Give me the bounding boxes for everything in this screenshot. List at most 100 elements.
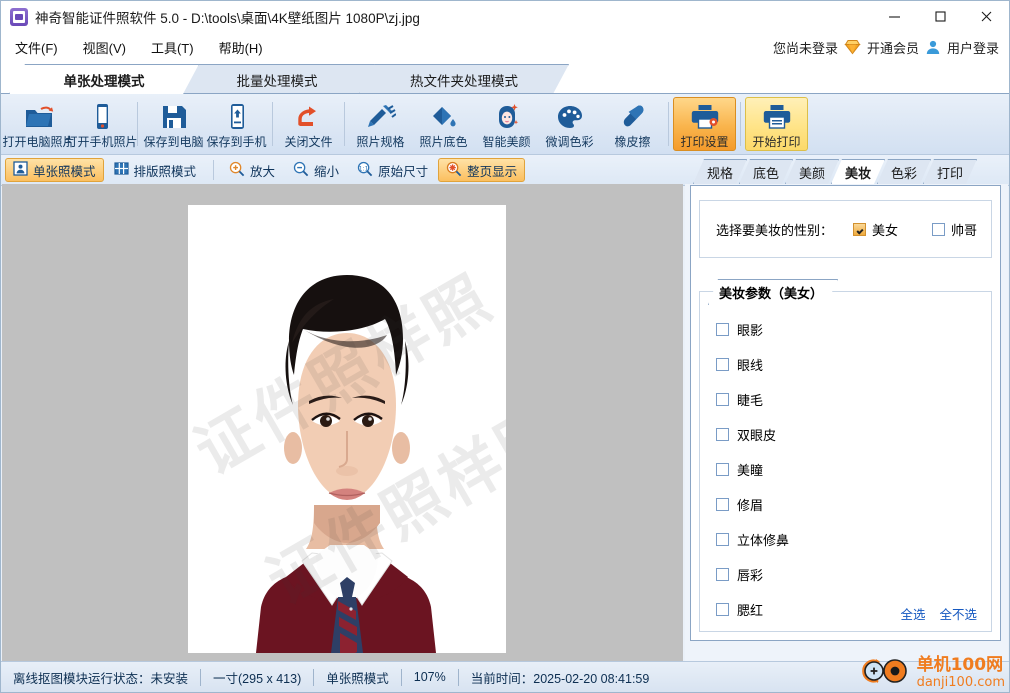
printer-icon [762,102,792,131]
view-label: 排版照模式 [133,164,197,179]
select-none-link[interactable]: 全不选 [939,604,977,623]
menu-bar: 文件(F) 视图(V) 工具(T) 帮助(H) 您尚未登录 开通会员 用户登录 [1,33,1009,61]
toolbar-close-file[interactable]: 关闭文件 [277,97,340,151]
palette-icon [555,102,585,131]
checkbox-double-eyelid[interactable] [716,428,729,441]
toolbar-separator [740,102,741,146]
maximize-button[interactable] [917,1,963,32]
gender-option-female[interactable]: 美女 [853,220,898,239]
view-separator [213,160,215,180]
checkbox-contact-lens[interactable] [716,463,729,476]
view-zoom-out[interactable]: 缩小 [285,158,347,182]
window-controls [871,1,1009,32]
tab-bgcolor[interactable]: 底色 [739,159,793,184]
select-all-link[interactable]: 全选 [900,604,925,623]
makeup-parameters-group: 美妆参数（美女） 眼影 眼线 睫毛 双眼皮 美瞳 修眉 立体修鼻 唇彩 腮红 全… [699,291,992,632]
makeup-option-label: 唇彩 [737,568,764,583]
makeup-option-label: 睫毛 [737,393,764,408]
status-bar: 离线抠图模块运行状态：未安装 一寸(295 x 413) 单张照模式 107% … [1,656,1009,692]
checkbox-nose-shaping[interactable] [716,533,729,546]
zoom-in-icon [229,161,245,180]
view-zoom-in[interactable]: 放大 [221,158,283,182]
checkbox-blush[interactable] [716,603,729,616]
view-label: 原始尺寸 [378,164,429,179]
photo-canvas[interactable]: 证件照样照 证件照样照 [2,184,683,661]
toolbar-label: 微调色彩 [545,135,594,149]
checkbox-eyeliner[interactable] [716,358,729,371]
user-avatar-icon [925,39,941,55]
checkbox-male[interactable] [932,222,946,236]
makeup-option-lip-gloss[interactable]: 唇彩 [700,557,991,592]
toolbar-save-to-pc[interactable]: 保存到电脑 [142,97,205,151]
toolbar-label: 保存到电脑 [143,135,204,149]
toolbar-label: 关闭文件 [284,135,333,149]
toolbar-open-pc-photo[interactable]: 打开电脑照片 [3,97,75,151]
menu-help[interactable]: 帮助(H) [208,35,274,60]
tab-color[interactable]: 色彩 [877,159,931,184]
id-photo-preview[interactable]: 证件照样照 证件照样照 [188,205,506,653]
toolbar-smart-beauty[interactable]: 智能美颜 [475,97,538,151]
tab-makeup[interactable]: 美妆 [831,159,885,184]
view-single-photo-mode[interactable]: 单张照模式 [5,158,104,182]
tab-print[interactable]: 打印 [923,159,977,184]
user-login-link[interactable]: 用户登录 [947,38,999,57]
checkbox-female[interactable] [853,222,867,236]
menu-file[interactable]: 文件(F) [4,35,69,60]
tab-beauty[interactable]: 美颜 [785,159,839,184]
view-actual-size[interactable]: 1:1 原始尺寸 [349,158,436,182]
makeup-option-eyeshadow[interactable]: 眼影 [700,312,991,347]
settings-panel: 规格 底色 美颜 美妆 色彩 打印 选择要美妆的性别： 美女 帅哥 美妆参数（美… [685,184,1008,661]
makeup-option-double-eyelid[interactable]: 双眼皮 [700,417,991,452]
phone-icon [87,102,117,131]
view-fit-page[interactable]: 整页显示 [438,158,526,182]
makeup-option-eyelash[interactable]: 睫毛 [700,382,991,417]
checkbox-eyebrow-trim[interactable] [716,498,729,511]
toolbar-separator [344,102,345,146]
toolbar-open-phone-photo[interactable]: 打开手机照片 [66,97,138,151]
toolbar-label: 保存到手机 [206,135,267,149]
gender-option-male[interactable]: 帅哥 [932,220,977,239]
open-vip-link[interactable]: 开通会员 [867,38,919,57]
toolbar-save-to-phone[interactable]: 保存到手机 [205,97,268,151]
makeup-option-label: 眼影 [737,323,764,338]
toolbar-fine-tune-color[interactable]: 微调色彩 [538,97,601,151]
gender-label: 选择要美妆的性别： [716,222,834,238]
vip-diamond-icon [844,39,861,55]
view-label: 放大 [250,164,276,179]
tab-single-mode[interactable]: 单张处理模式 [9,64,199,94]
checkbox-eyeshadow[interactable] [716,323,729,336]
toolbar-eraser[interactable]: 橡皮擦 [601,97,664,151]
title-bar: 神奇智能证件照软件 5.0 - D:\tools\桌面\4K壁纸图片 1080P… [1,1,1009,33]
view-layout-mode[interactable]: 排版照模式 [106,158,205,182]
toolbar-print-settings[interactable]: 打印设置 [673,97,736,151]
menu-view[interactable]: 视图(V) [72,35,137,60]
makeup-option-label: 腮红 [737,603,764,618]
minimize-button[interactable] [871,1,917,32]
single-photo-icon [13,161,28,179]
printer-settings-icon [690,102,720,131]
toolbar-photo-spec[interactable]: 照片规格 [349,97,412,151]
tab-batch-mode[interactable]: 批量处理模式 [177,64,377,94]
tab-spec[interactable]: 规格 [693,159,747,184]
mode-tab-bar: 单张处理模式 批量处理模式 热文件夹处理模式 [1,61,1009,94]
makeup-option-eyeliner[interactable]: 眼线 [700,347,991,382]
toolbar-photo-bg-color[interactable]: 照片底色 [412,97,475,151]
close-button[interactable] [963,1,1009,32]
makeup-option-nose-shaping[interactable]: 立体修鼻 [700,522,991,557]
gender-selection-group: 选择要美妆的性别： 美女 帅哥 [699,200,992,258]
tab-hotfolder-mode[interactable]: 热文件夹处理模式 [359,64,569,94]
status-current-time: 当前时间：2025-02-20 08:41:59 [470,671,650,686]
open-folder-icon [24,102,54,131]
menu-tools[interactable]: 工具(T) [140,35,205,60]
brand-logo-icon [858,655,914,690]
ruler-pencil-icon [366,102,396,131]
makeup-option-eyebrow-trim[interactable]: 修眉 [700,487,991,522]
panel-tab-bar: 规格 底色 美颜 美妆 色彩 打印 [685,159,1008,185]
checkbox-eyelash[interactable] [716,393,729,406]
toolbar-separator [272,102,273,146]
checkbox-lip-gloss[interactable] [716,568,729,581]
toolbar-start-print[interactable]: 开始打印 [745,97,808,151]
selection-links: 全选 全不选 [900,604,977,623]
grid-layout-icon [113,161,129,179]
makeup-option-contact-lens[interactable]: 美瞳 [700,452,991,487]
